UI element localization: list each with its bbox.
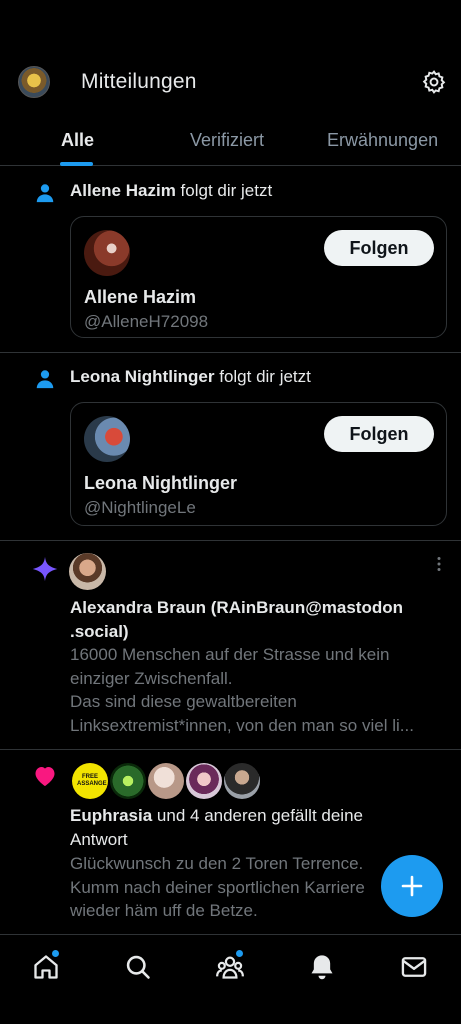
user-card[interactable]: Folgen Allene Hazim @AlleneH72098 (70, 216, 447, 338)
more-options-icon[interactable] (436, 556, 442, 572)
home-icon[interactable] (32, 953, 60, 981)
person-icon (36, 184, 54, 203)
tab-alle[interactable]: Alle (61, 130, 94, 151)
follow-button[interactable]: Folgen (324, 230, 434, 266)
follow-notification[interactable]: Allene Hazim folgt dir jetzt Folgen Alle… (0, 166, 461, 353)
follow-button[interactable]: Folgen (324, 416, 434, 452)
liked-reply-text[interactable]: Glückwunsch zu den 2 Toren Terrence. Kum… (70, 852, 400, 923)
follow-text: Allene Hazim folgt dir jetzt (70, 181, 272, 201)
follow-notification[interactable]: Leona Nightlinger folgt dir jetzt Folgen… (0, 353, 461, 541)
liker-avatar[interactable] (186, 763, 222, 799)
liker-name[interactable]: Euphrasia (70, 806, 152, 825)
sparkle-icon (32, 556, 58, 582)
user-name: Allene Hazim (84, 287, 197, 307)
user-avatar[interactable] (84, 230, 130, 276)
user-handle: @NightlingeLe (84, 498, 196, 517)
like-action-cont: Antwort (70, 829, 128, 849)
follower-name[interactable]: Allene Hazim (70, 181, 176, 200)
bell-icon[interactable] (308, 953, 336, 981)
post-line: Das sind diese gewaltbereiten (70, 692, 297, 711)
home-unread-dot (52, 950, 59, 957)
avatar-badge-text: FREE ASSANGE (77, 774, 107, 787)
notification-tabs: Alle Verifiziert Erwähnungen (0, 118, 461, 166)
gear-icon[interactable] (421, 69, 447, 95)
liker-avatar[interactable] (224, 763, 260, 799)
profile-avatar[interactable] (18, 66, 50, 98)
author-line: Alexandra Braun (RAinBraun@mastodon (70, 598, 404, 617)
reply-line: wieder häm uff de Betze. (70, 901, 258, 920)
reply-line: Glückwunsch zu den 2 Toren Terrence. (70, 854, 364, 873)
follow-action: folgt dir jetzt (175, 181, 273, 200)
follow-text: Leona Nightlinger folgt dir jetzt (70, 367, 311, 387)
user-avatar[interactable] (84, 416, 130, 462)
mail-icon[interactable] (400, 953, 428, 981)
liker-avatar[interactable]: FREE ASSANGE (72, 763, 108, 799)
post-line: einziger Zwischenfall. (70, 668, 233, 688)
author-avatar[interactable] (69, 553, 106, 590)
liker-avatar[interactable] (110, 763, 146, 799)
like-action: und 4 anderen gefällt deine (152, 806, 363, 825)
like-summary[interactable]: Euphrasia und 4 anderen gefällt deine An… (70, 804, 430, 851)
follow-action: folgt dir jetzt (214, 367, 311, 386)
author-line: .social) (70, 622, 129, 641)
page-title: Mitteilungen (81, 70, 197, 93)
liker-avatar[interactable] (148, 763, 184, 799)
user-card[interactable]: Folgen Leona Nightlinger @NightlingeLe (70, 402, 447, 526)
reply-line: Kumm nach deiner sportlichen Karriere (70, 877, 365, 897)
search-icon[interactable] (124, 953, 152, 981)
post-line: 16000 Menschen auf der Strasse und kein (70, 645, 390, 664)
bottom-nav (0, 934, 461, 998)
compose-button[interactable] (381, 855, 443, 917)
communities-icon[interactable] (216, 953, 244, 981)
person-icon (36, 370, 54, 389)
tab-verifiziert[interactable]: Verifiziert (190, 130, 264, 151)
follower-name[interactable]: Leona Nightlinger (70, 367, 215, 386)
app-header: Mitteilungen (0, 56, 461, 110)
user-handle: @AlleneH72098 (84, 312, 209, 331)
heart-icon (35, 767, 55, 786)
post-author[interactable]: Alexandra Braun (RAinBraun@mastodon .soc… (70, 596, 440, 644)
tab-erwaehnungen[interactable]: Erwähnungen (327, 130, 438, 151)
plus-icon (401, 875, 423, 897)
post-line: Linksextremist*innen, von den man so vie… (70, 715, 414, 735)
user-name: Leona Nightlinger (84, 473, 237, 493)
communities-unread-dot (236, 950, 243, 957)
post-text[interactable]: 16000 Menschen auf der Strasse und kein … (70, 643, 448, 737)
